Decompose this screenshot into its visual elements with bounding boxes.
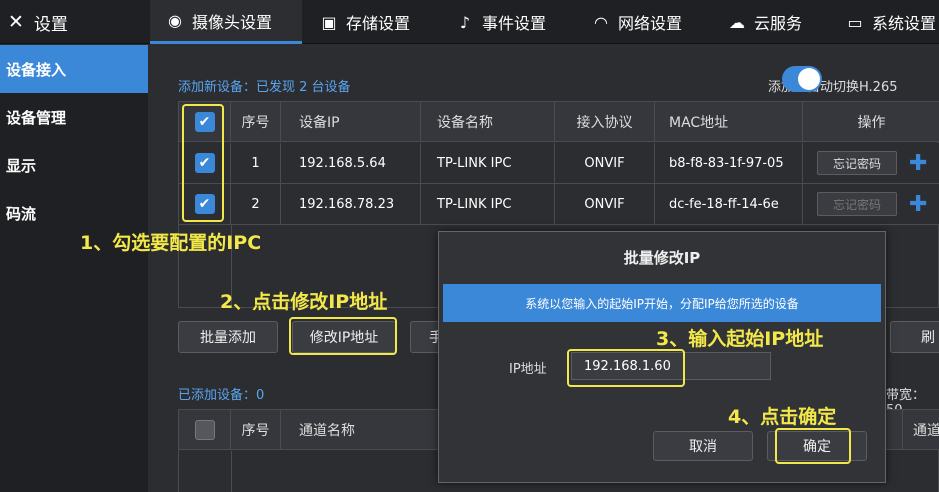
confirm-button[interactable]: 确定 [767, 431, 867, 461]
row-mac: dc-fe-18-ff-14-6e [655, 184, 803, 224]
add-icon[interactable]: ✚ [909, 151, 927, 176]
start-ip-input[interactable]: 192.168.1.60 [571, 352, 771, 380]
row-protocol: ONVIF [555, 184, 655, 224]
row-checkbox[interactable]: ✔ [194, 194, 215, 214]
select-all-checkbox[interactable] [194, 419, 215, 440]
top-bar: ✕ 设置 ◉ 摄像头设置 ▣ 存储设置 ♪ 事件设置 ◠ 网络设置 ☁ 云服务 … [0, 0, 939, 44]
bell-icon: ♪ [459, 12, 471, 32]
tab-label: 存储设置 [346, 14, 411, 33]
ip-address-label: IP地址 [509, 362, 547, 377]
sidebar-item-label: 码流 [6, 204, 37, 223]
col-ip: 设备IP [281, 102, 421, 141]
row-mac: b8-f8-83-1f-97-05 [655, 143, 803, 183]
row-name: TP-LINK IPC [421, 184, 555, 224]
refresh-button[interactable]: 刷 [890, 321, 939, 353]
col-action: 操作 [857, 114, 886, 131]
annotation-step-4: 4、点击确定 [728, 406, 837, 428]
tab-event-settings[interactable]: ♪ 事件设置 [440, 0, 572, 44]
row-protocol: ONVIF [555, 143, 655, 183]
col-protocol: 接入协议 [555, 102, 655, 141]
tab-label: 网络设置 [618, 14, 683, 33]
col-channel: 通道 [902, 410, 939, 449]
settings-title: ✕ 设置 [0, 0, 148, 44]
sidebar-item-device-management[interactable]: 设备管理 [0, 93, 148, 141]
col-name: 设备名称 [421, 102, 555, 141]
sidebar-item-label: 显示 [6, 156, 37, 175]
row-ip: 192.168.78.23 [281, 184, 421, 224]
tab-label: 系统设置 [872, 14, 937, 33]
row-name: TP-LINK IPC [421, 143, 555, 183]
monitor-icon: ▭ [847, 12, 863, 32]
tab-cloud-service[interactable]: ☁ 云服务 [712, 0, 828, 44]
sidebar: 设备接入 设备管理 显示 码流 [0, 45, 148, 492]
sidebar-item-label: 设备管理 [6, 108, 67, 127]
tab-label: 摄像头设置 [192, 12, 273, 32]
row-check-cell: ✔ [179, 143, 231, 183]
batch-add-button[interactable]: 批量添加 [178, 321, 278, 353]
dialog-info-banner: 系统以您输入的起始IP开始，分配IP给您所选的设备 [443, 284, 881, 322]
tools-icon: ✕ [8, 11, 24, 33]
camera-icon: ◉ [168, 11, 182, 30]
table-row[interactable]: ✔ 2 192.168.78.23 TP-LINK IPC ONVIF dc-f… [179, 184, 939, 225]
sidebar-item-label: 设备接入 [6, 60, 67, 79]
select-all-checkbox[interactable]: ✔ [194, 111, 215, 132]
table-row[interactable]: ✔ 1 192.168.5.64 TP-LINK IPC ONVIF b8-f8… [179, 143, 939, 184]
row-index: 2 [231, 184, 281, 224]
cloud-icon: ☁ [729, 12, 745, 32]
dialog-title: 批量修改IP [623, 248, 701, 267]
row-ip: 192.168.5.64 [281, 143, 421, 183]
row-check-cell: ✔ [179, 184, 231, 224]
col-mac: MAC地址 [655, 102, 803, 141]
col-index: 序号 [231, 410, 281, 449]
cancel-button[interactable]: 取消 [653, 431, 753, 461]
col-index: 序号 [231, 102, 281, 141]
settings-title-text: 设置 [33, 14, 68, 35]
batch-modify-ip-dialog: 批量修改IP 系统以您输入的起始IP开始，分配IP给您所选的设备 IP地址 19… [438, 231, 886, 483]
sidebar-item-display[interactable]: 显示 [0, 141, 148, 189]
new-devices-header: 添加新设备：已发现 2 台设备 [178, 80, 351, 95]
save-icon: ▣ [321, 12, 337, 32]
select-all-cell [179, 410, 231, 449]
row-action-cell: 忘记密码 ✚ [803, 143, 939, 183]
tab-label: 云服务 [754, 14, 803, 33]
wifi-icon: ◠ [594, 12, 608, 32]
tab-system-settings[interactable]: ▭ 系统设置 [830, 0, 939, 44]
annotation-step-2: 2、点击修改IP地址 [220, 291, 388, 313]
row-index: 1 [231, 143, 281, 183]
modify-ip-button[interactable]: 修改IP地址 [292, 321, 396, 353]
tab-camera-settings[interactable]: ◉ 摄像头设置 [150, 0, 302, 44]
annotation-step-3: 3、输入起始IP地址 [656, 328, 824, 350]
row-checkbox[interactable]: ✔ [194, 153, 215, 173]
auto-switch-toggle[interactable] [782, 66, 822, 92]
forgot-password-button[interactable]: 忘记密码 [817, 151, 897, 175]
annotation-step-1: 1、勾选要配置的IPC [80, 232, 262, 254]
column-divider [231, 451, 232, 492]
col-channel-name: 通道名称 [281, 410, 441, 449]
forgot-password-button[interactable]: 忘记密码 [817, 192, 897, 216]
sidebar-item-device-access[interactable]: 设备接入 [0, 45, 148, 93]
tab-storage-settings[interactable]: ▣ 存储设置 [304, 0, 434, 44]
table-header: ✔ 序号 设备IP 设备名称 接入协议 MAC地址 操作 [179, 102, 939, 142]
added-devices-header: 已添加设备：0 [178, 388, 265, 403]
tab-label: 事件设置 [482, 14, 547, 33]
add-icon[interactable]: ✚ [909, 192, 927, 217]
row-action-cell: 忘记密码 ✚ [803, 184, 939, 224]
tab-network-settings[interactable]: ◠ 网络设置 [576, 0, 708, 44]
select-all-cell: ✔ [179, 102, 231, 141]
